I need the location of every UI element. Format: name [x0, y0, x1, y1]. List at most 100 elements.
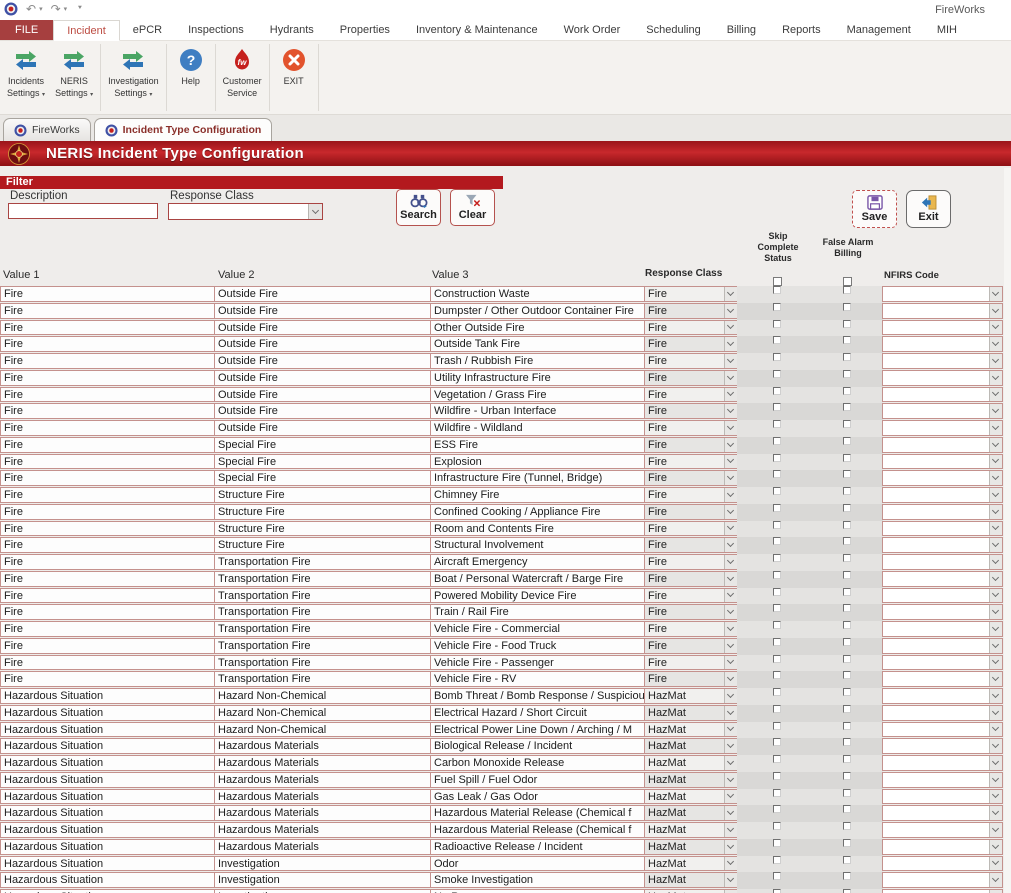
dropdown-button[interactable] [989, 371, 1002, 385]
response-class-select[interactable]: Fire [644, 336, 738, 352]
nfirs-code-select[interactable] [882, 722, 1003, 738]
dropdown-button[interactable] [989, 404, 1002, 418]
value1-cell[interactable]: Hazardous Situation [0, 889, 215, 893]
skip-complete-status-checkbox[interactable] [773, 588, 781, 596]
dropdown-button[interactable] [724, 455, 737, 469]
skip-complete-status-checkbox[interactable] [773, 470, 781, 478]
response-class-select[interactable]: Fire [644, 537, 738, 553]
dropdown-button[interactable] [989, 572, 1002, 586]
nfirs-code-select[interactable] [882, 303, 1003, 319]
response-class-select[interactable]: Fire [644, 470, 738, 486]
value1-cell[interactable]: Fire [0, 537, 215, 553]
dropdown-button[interactable] [989, 672, 1002, 686]
value2-cell[interactable]: Special Fire [214, 454, 431, 470]
response-class-select[interactable]: HazMat [644, 805, 738, 821]
skip-complete-status-checkbox[interactable] [773, 839, 781, 847]
value2-cell[interactable]: Structure Fire [214, 521, 431, 537]
dropdown-button[interactable] [989, 287, 1002, 301]
description-input[interactable] [8, 203, 158, 219]
dropdown-button[interactable] [724, 723, 737, 737]
response-class-select[interactable]: Fire [644, 420, 738, 436]
skip-complete-status-checkbox[interactable] [773, 454, 781, 462]
response-class-select[interactable]: Fire [644, 370, 738, 386]
response-class-select[interactable]: HazMat [644, 688, 738, 704]
value3-cell[interactable]: Radioactive Release / Incident [430, 839, 646, 855]
dropdown-button[interactable] [989, 605, 1002, 619]
dropdown-button[interactable] [989, 840, 1002, 854]
false-alarm-billing-checkbox[interactable] [843, 671, 851, 679]
value1-cell[interactable]: Hazardous Situation [0, 789, 215, 805]
value1-cell[interactable]: Hazardous Situation [0, 688, 215, 704]
response-class-select[interactable]: Fire [644, 671, 738, 687]
nfirs-code-select[interactable] [882, 889, 1003, 893]
nfirs-code-select[interactable] [882, 671, 1003, 687]
value3-cell[interactable]: Vehicle Fire - Passenger [430, 655, 646, 671]
value2-cell[interactable]: Structure Fire [214, 504, 431, 520]
response-class-select[interactable]: Fire [644, 437, 738, 453]
dropdown-button[interactable] [989, 739, 1002, 753]
dropdown-button[interactable] [989, 388, 1002, 402]
nfirs-code-select[interactable] [882, 872, 1003, 888]
redo-dropdown-icon[interactable]: ▾ [64, 5, 68, 13]
value3-cell[interactable]: Utility Infrastructure Fire [430, 370, 646, 386]
value1-cell[interactable]: Hazardous Situation [0, 839, 215, 855]
dropdown-button[interactable] [724, 806, 737, 820]
value1-cell[interactable]: Fire [0, 336, 215, 352]
dropdown-button[interactable] [989, 505, 1002, 519]
nfirs-code-select[interactable] [882, 588, 1003, 604]
value2-cell[interactable]: Transportation Fire [214, 571, 431, 587]
value1-cell[interactable]: Fire [0, 571, 215, 587]
value2-cell[interactable]: Hazardous Materials [214, 738, 431, 754]
value2-cell[interactable]: Outside Fire [214, 336, 431, 352]
nfirs-code-select[interactable] [882, 789, 1003, 805]
nfirs-code-select[interactable] [882, 688, 1003, 704]
skip-complete-status-checkbox[interactable] [773, 336, 781, 344]
dropdown-button[interactable] [989, 723, 1002, 737]
search-button[interactable]: Search [396, 189, 441, 226]
false-alarm-billing-checkbox[interactable] [843, 705, 851, 713]
skip-complete-status-checkbox[interactable] [773, 286, 781, 294]
dropdown-button[interactable] [724, 689, 737, 703]
nfirs-code-select[interactable] [882, 320, 1003, 336]
dropdown-button[interactable] [989, 773, 1002, 787]
dropdown-button[interactable] [989, 873, 1002, 887]
response-class-select[interactable]: HazMat [644, 705, 738, 721]
value3-cell[interactable]: Gas Leak / Gas Odor [430, 789, 646, 805]
value3-cell[interactable]: Other Outside Fire [430, 320, 646, 336]
nfirs-code-select[interactable] [882, 403, 1003, 419]
nfirs-code-select[interactable] [882, 839, 1003, 855]
customize-qat-icon[interactable]: ⯆ [77, 5, 83, 13]
dropdown-button[interactable] [989, 354, 1002, 368]
value3-cell[interactable]: Train / Rail Fire [430, 604, 646, 620]
false-alarm-billing-checkbox[interactable] [843, 336, 851, 344]
value2-cell[interactable]: Transportation Fire [214, 671, 431, 687]
value2-cell[interactable]: Hazardous Materials [214, 839, 431, 855]
dropdown-button[interactable] [724, 622, 737, 636]
skip-complete-status-checkbox[interactable] [773, 638, 781, 646]
false-alarm-billing-select-all-checkbox[interactable] [843, 277, 852, 286]
value2-cell[interactable]: Transportation Fire [214, 621, 431, 637]
false-alarm-billing-checkbox[interactable] [843, 571, 851, 579]
dropdown-button[interactable] [724, 857, 737, 871]
ribbon-tab-billing[interactable]: Billing [714, 20, 769, 40]
ribbon-tab-epcr[interactable]: ePCR [120, 20, 175, 40]
false-alarm-billing-checkbox[interactable] [843, 621, 851, 629]
value2-cell[interactable]: Outside Fire [214, 353, 431, 369]
dropdown-button[interactable] [989, 455, 1002, 469]
scrollbar-track[interactable] [1004, 168, 1011, 893]
dropdown-button[interactable] [989, 806, 1002, 820]
ribbon-tab-scheduling[interactable]: Scheduling [633, 20, 713, 40]
value2-cell[interactable]: Outside Fire [214, 387, 431, 403]
false-alarm-billing-checkbox[interactable] [843, 320, 851, 328]
ribbon-tab-incident[interactable]: Incident [53, 20, 120, 41]
skip-complete-status-checkbox[interactable] [773, 437, 781, 445]
nfirs-code-select[interactable] [882, 504, 1003, 520]
value1-cell[interactable]: Hazardous Situation [0, 738, 215, 754]
value1-cell[interactable]: Hazardous Situation [0, 822, 215, 838]
response-class-select[interactable]: HazMat [644, 822, 738, 838]
nfirs-code-select[interactable] [882, 487, 1003, 503]
value3-cell[interactable]: Vehicle Fire - RV [430, 671, 646, 687]
false-alarm-billing-checkbox[interactable] [843, 470, 851, 478]
value2-cell[interactable]: Transportation Fire [214, 604, 431, 620]
value2-cell[interactable]: Investigation [214, 856, 431, 872]
